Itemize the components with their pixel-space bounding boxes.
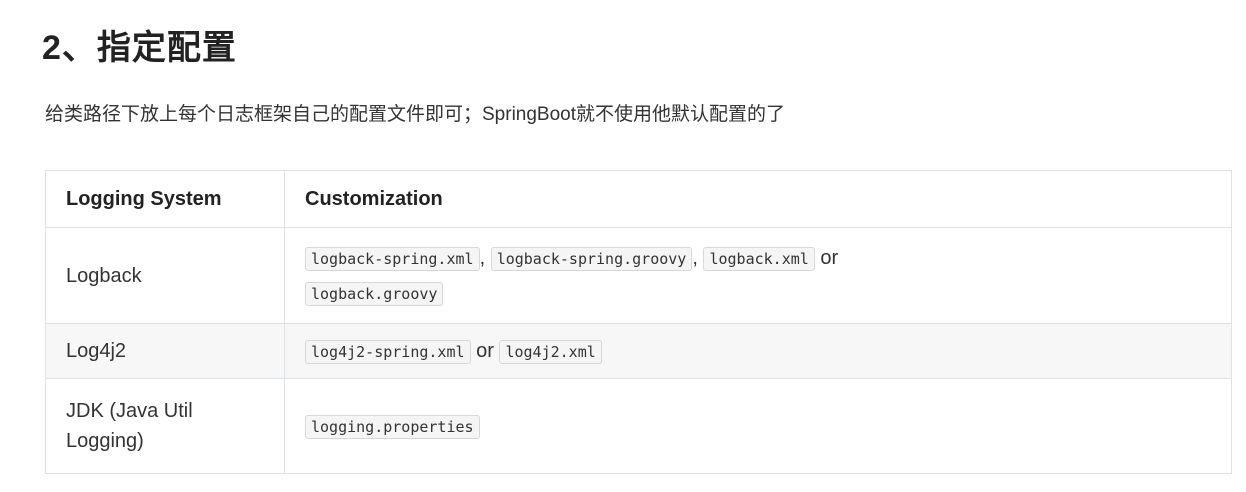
customization-cell: log4j2-spring.xml or log4j2.xml	[284, 323, 1232, 379]
section-heading: 2、指定配置	[42, 29, 237, 67]
config-file: logback.groovy	[305, 281, 444, 306]
config-file: logback.xml	[703, 246, 815, 271]
config-file: logging.properties	[305, 414, 480, 439]
customization-cell: logging.properties	[284, 378, 1232, 474]
separator: ,	[692, 246, 698, 269]
logging-config-table: Logging System Customization Logback log…	[45, 170, 1232, 474]
config-file: logback-spring.xml	[305, 246, 480, 271]
system-cell: JDK (Java Util Logging)	[45, 378, 285, 474]
separator: ,	[479, 246, 486, 269]
config-file: logback-spring.groovy	[490, 246, 693, 271]
system-name: JDK (Java Util Logging)	[66, 400, 193, 452]
document-page: 2、指定配置 给类路径下放上每个日志框架自己的配置文件即可；SpringBoot…	[0, 0, 1246, 492]
system-name: Logback	[66, 264, 142, 287]
config-file: log4j2-spring.xml	[305, 339, 471, 364]
customization-cell: logback-spring.xml, logback-spring.groov…	[284, 227, 1232, 324]
config-file: log4j2.xml	[499, 339, 602, 364]
table-row: Logback logback-spring.xml, logback-spri…	[45, 227, 1232, 324]
table-row: JDK (Java Util Logging) logging.properti…	[45, 378, 1232, 474]
system-cell: Logback	[45, 227, 285, 324]
header-logging-system: Logging System	[45, 170, 285, 228]
header-customization: Customization	[284, 170, 1232, 228]
separator: or	[820, 246, 839, 269]
system-name: Log4j2	[66, 340, 127, 362]
table-header-row: Logging System Customization	[45, 170, 1232, 228]
table-row: Log4j2 log4j2-spring.xml or log4j2.xml	[45, 323, 1232, 379]
separator: or	[476, 339, 494, 362]
system-cell: Log4j2	[45, 323, 285, 379]
intro-text: 给类路径下放上每个日志框架自己的配置文件即可；SpringBoot就不使用他默认…	[45, 104, 786, 125]
